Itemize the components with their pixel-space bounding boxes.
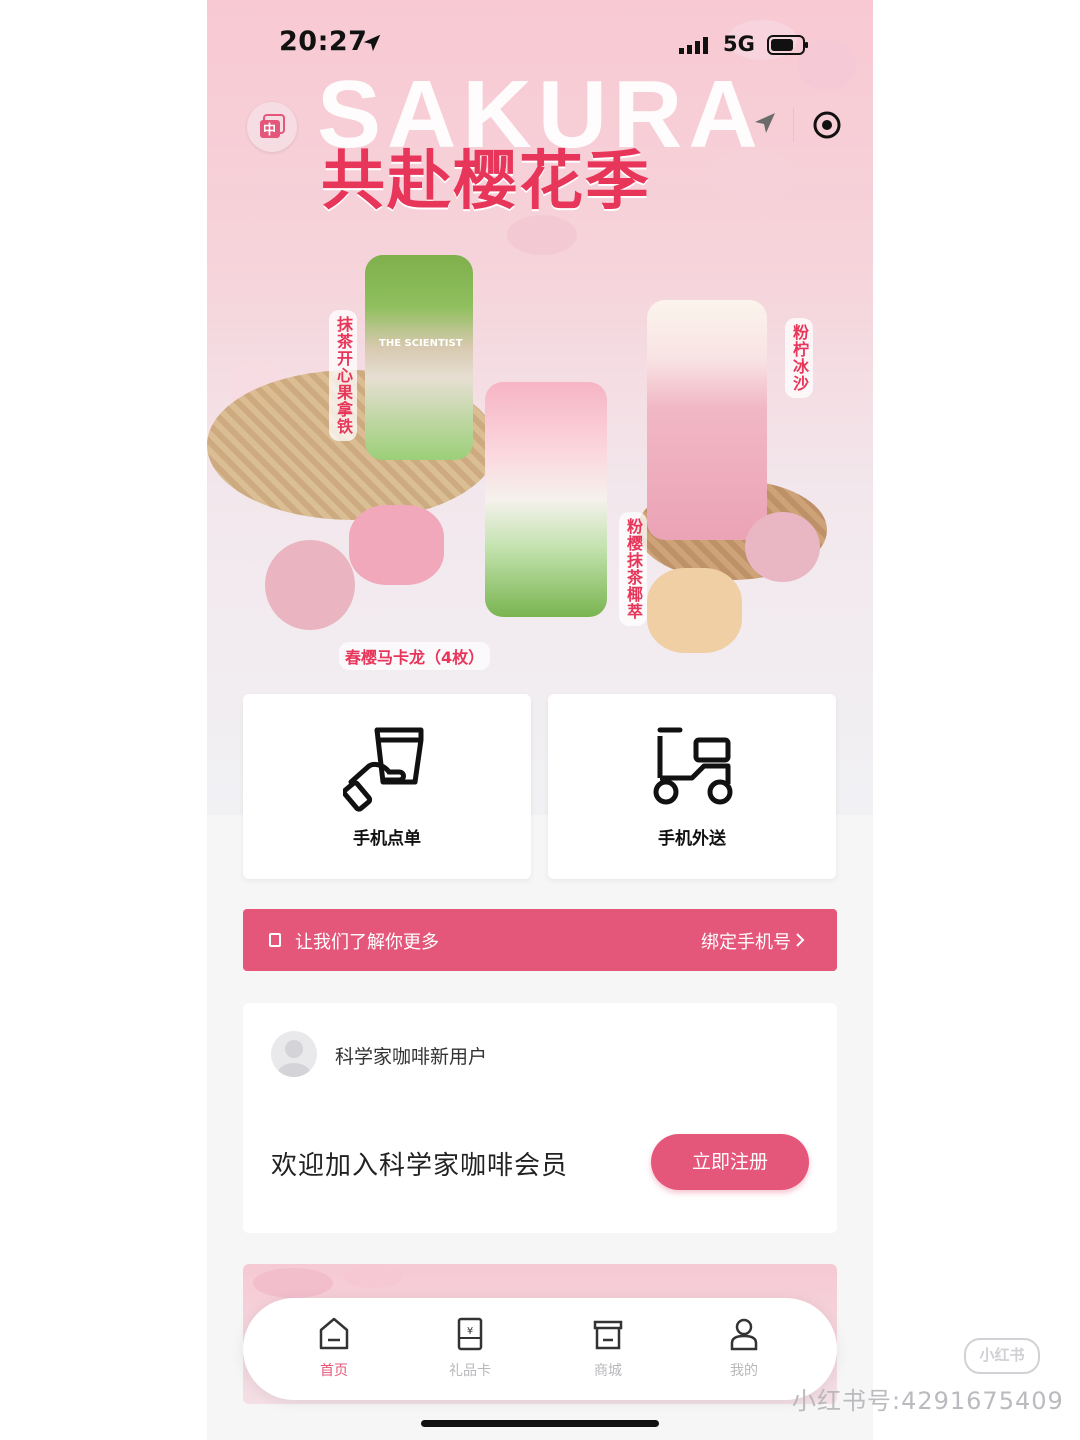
bind-phone-link[interactable]: 绑定手机号 — [701, 928, 791, 954]
mobile-delivery-label: 手机外送 — [658, 829, 726, 849]
sakura-matcha-coconut-cup — [485, 382, 607, 617]
target-icon[interactable] — [812, 110, 842, 140]
mobile-delivery-card[interactable]: 手机外送 — [548, 694, 836, 879]
svg-text:¥: ¥ — [467, 1326, 473, 1337]
tab-home-label: 首页 — [320, 1363, 348, 1379]
blossom-decoration — [343, 1264, 403, 1288]
product-label-pink-lemon: 粉柠冰沙 — [785, 318, 813, 398]
blossom-decoration — [253, 1268, 333, 1298]
cup-brand-text: THE SCIENTIST — [379, 338, 463, 349]
watermark-text: 小红书号:4291675409 — [792, 1387, 1064, 1415]
macaron-decoration — [745, 512, 820, 582]
home-indicator — [421, 1420, 659, 1427]
shop-icon — [593, 1320, 623, 1350]
user-name: 科学家咖啡新用户 — [335, 1046, 488, 1068]
product-label-macaron: 春樱马卡龙（4枚） — [339, 642, 491, 670]
tab-gift-card-label: 礼品卡 — [449, 1363, 491, 1379]
tab-shop-label: 商城 — [594, 1363, 622, 1379]
pink-lemon-smoothie-cup — [647, 300, 767, 540]
macaron-decoration — [647, 568, 742, 653]
app-screen: 20:27 5G 中 SAKURA 共赴樱花季 THE SCIENTIST 抹茶… — [207, 0, 873, 1440]
membership-welcome-text: 欢迎加入科学家咖啡会员 — [271, 1151, 569, 1181]
macaron-decoration — [349, 505, 444, 585]
hero-banner[interactable]: 20:27 5G 中 SAKURA 共赴樱花季 THE SCIENTIST 抹茶… — [207, 0, 873, 815]
home-icon — [319, 1317, 349, 1350]
network-type: 5G — [723, 32, 755, 56]
status-time: 20:27 — [279, 26, 368, 57]
tab-gift-card[interactable]: ¥ 礼品卡 — [425, 1312, 515, 1388]
cup-in-hand-icon — [343, 727, 424, 812]
gift-card-icon: ¥ — [457, 1317, 483, 1351]
tab-shop[interactable]: 商城 — [563, 1312, 653, 1388]
matcha-pistachio-latte-cup — [365, 255, 473, 460]
tab-profile[interactable]: 我的 — [699, 1312, 789, 1388]
register-button[interactable]: 立即注册 — [651, 1134, 809, 1190]
tab-profile-label: 我的 — [730, 1363, 758, 1379]
avatar[interactable] — [271, 1031, 317, 1077]
mobile-order-card[interactable]: 手机点单 — [243, 694, 531, 879]
capsule-divider — [793, 108, 794, 142]
location-arrow-icon — [363, 34, 381, 52]
language-toggle-button[interactable]: 中 — [247, 102, 297, 152]
watermark-logo: 小红书 — [964, 1338, 1040, 1374]
phone-icon — [269, 933, 281, 947]
default-avatar-icon — [277, 1040, 311, 1077]
chevron-right-icon — [796, 933, 805, 947]
bottom-tab-bar: 首页 ¥ 礼品卡 商城 我的 — [243, 1298, 837, 1400]
tab-home[interactable]: 首页 — [289, 1312, 379, 1388]
bind-bar-prompt: 让我们了解你更多 — [295, 932, 439, 953]
battery-icon — [767, 35, 808, 55]
language-label: 中 — [263, 123, 277, 138]
mobile-order-label: 手机点单 — [353, 829, 421, 849]
hero-title-chinese: 共赴樱花季 — [321, 145, 651, 219]
profile-icon — [730, 1318, 758, 1351]
member-card: 科学家咖啡新用户 欢迎加入科学家咖啡会员 立即注册 — [243, 1003, 837, 1233]
bind-phone-bar[interactable]: 让我们了解你更多 绑定手机号 — [243, 909, 837, 971]
scooter-icon — [653, 727, 733, 805]
product-label-matcha-pistachio: 抹茶开心果拿铁 — [329, 310, 357, 441]
product-label-sakura-matcha: 粉樱抹茶椰萃 — [619, 512, 647, 626]
macaron-decoration — [265, 540, 355, 630]
signal-icon — [679, 37, 708, 54]
